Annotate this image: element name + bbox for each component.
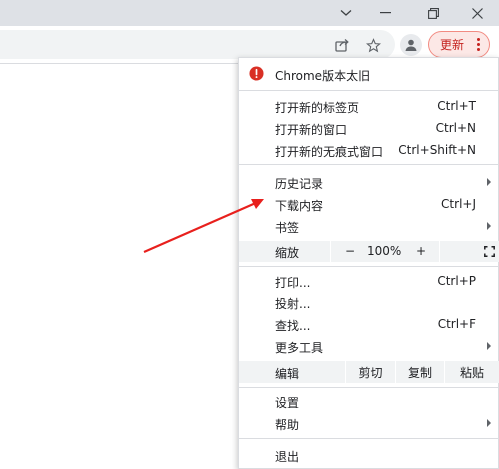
menu-item-label: Chrome版本太旧 — [275, 69, 371, 83]
chevron-down-icon[interactable] — [326, 0, 366, 26]
restore-icon[interactable] — [413, 0, 453, 26]
menu-item-new-window[interactable]: 打开新的窗口 Ctrl+N — [239, 117, 499, 139]
menu-item-label: 查找... — [275, 319, 311, 333]
chrome-main-menu: Chrome版本太旧 打开新的标签页 Ctrl+T 打开新的窗口 Ctrl+N … — [238, 57, 499, 469]
menu-zoom-row: 缩放 − 100% + — [239, 241, 499, 262]
menu-item-label: 打印... — [275, 276, 311, 290]
menu-item-help[interactable]: 帮助 — [239, 412, 499, 434]
menu-separator — [239, 90, 499, 91]
zoom-divider — [439, 241, 440, 262]
update-button[interactable]: 更新 — [428, 31, 490, 58]
share-icon[interactable] — [330, 33, 354, 57]
menu-item-history[interactable]: 历史记录 — [239, 171, 499, 193]
menu-item-shortcut: Ctrl+Shift+N — [398, 143, 476, 157]
menu-item-shortcut: Ctrl+N — [435, 121, 476, 135]
submenu-arrow-icon — [487, 222, 491, 230]
close-icon[interactable] — [457, 0, 497, 26]
menu-item-cast[interactable]: 投射... — [239, 291, 499, 313]
menu-item-new-tab[interactable]: 打开新的标签页 Ctrl+T — [239, 95, 499, 117]
menu-item-label: 退出 — [275, 450, 300, 464]
zoom-divider — [330, 241, 331, 262]
menu-item-bookmarks[interactable]: 书签 — [239, 215, 499, 237]
menu-item-label: 更多工具 — [275, 341, 324, 355]
menu-item-shortcut: Ctrl+J — [441, 197, 476, 211]
menu-item-shortcut: Ctrl+P — [437, 274, 476, 288]
paste-button[interactable]: 粘贴 — [445, 361, 499, 383]
submenu-arrow-icon — [487, 178, 491, 186]
zoom-in-button[interactable]: + — [416, 244, 426, 258]
menu-item-label: 帮助 — [275, 418, 300, 432]
menu-item-more-tools[interactable]: 更多工具 — [239, 335, 499, 357]
update-button-label: 更新 — [440, 38, 465, 52]
zoom-out-button[interactable]: − — [345, 244, 355, 258]
menu-item-label: 打开新的标签页 — [275, 101, 360, 115]
zoom-level: 100% — [367, 244, 402, 258]
menu-item-downloads[interactable]: 下载内容 Ctrl+J — [239, 193, 499, 215]
more-vert-icon — [476, 38, 480, 52]
cut-button[interactable]: 剪切 — [346, 361, 395, 383]
paste-button-label: 粘贴 — [459, 365, 484, 380]
menu-item-exit[interactable]: 退出 — [239, 444, 499, 466]
menu-item-label: 投射... — [275, 297, 311, 311]
menu-separator — [239, 266, 499, 267]
menu-item-new-incognito-window[interactable]: 打开新的无痕式窗口 Ctrl+Shift+N — [239, 139, 499, 161]
submenu-arrow-icon — [487, 342, 491, 350]
profile-icon[interactable] — [400, 34, 422, 56]
menu-item-shortcut: Ctrl+F — [437, 317, 476, 331]
menu-item-label: 打开新的窗口 — [275, 123, 348, 137]
copy-button-label: 复制 — [407, 365, 432, 380]
menu-item-label: 设置 — [275, 396, 300, 410]
chrome-warning-icon — [249, 66, 264, 81]
menu-item-print[interactable]: 打印... Ctrl+P — [239, 270, 499, 292]
menu-item-label: 下载内容 — [275, 199, 324, 213]
cut-button-label: 剪切 — [358, 365, 383, 380]
menu-separator — [239, 438, 499, 439]
edit-label: 编辑 — [275, 367, 300, 381]
zoom-label: 缩放 — [275, 246, 300, 260]
copy-button[interactable]: 复制 — [396, 361, 444, 383]
title-bar — [0, 0, 499, 26]
minimize-icon[interactable] — [365, 0, 405, 26]
menu-item-settings[interactable]: 设置 — [239, 390, 499, 412]
menu-separator — [239, 387, 499, 388]
menu-item-find[interactable]: 查找... Ctrl+F — [239, 313, 499, 335]
menu-item-shortcut: Ctrl+T — [437, 99, 476, 113]
menu-item-label: 打开新的无痕式窗口 — [275, 145, 384, 159]
menu-edit-row: 编辑 剪切 复制 粘贴 — [239, 361, 499, 383]
menu-item-label: 历史记录 — [275, 177, 324, 191]
menu-item-label: 书签 — [275, 221, 300, 235]
menu-item-chrome-outdated[interactable]: Chrome版本太旧 — [239, 63, 499, 85]
fullscreen-icon[interactable] — [484, 246, 495, 257]
star-icon[interactable] — [361, 33, 385, 57]
menu-separator — [239, 164, 499, 165]
submenu-arrow-icon — [487, 419, 491, 427]
